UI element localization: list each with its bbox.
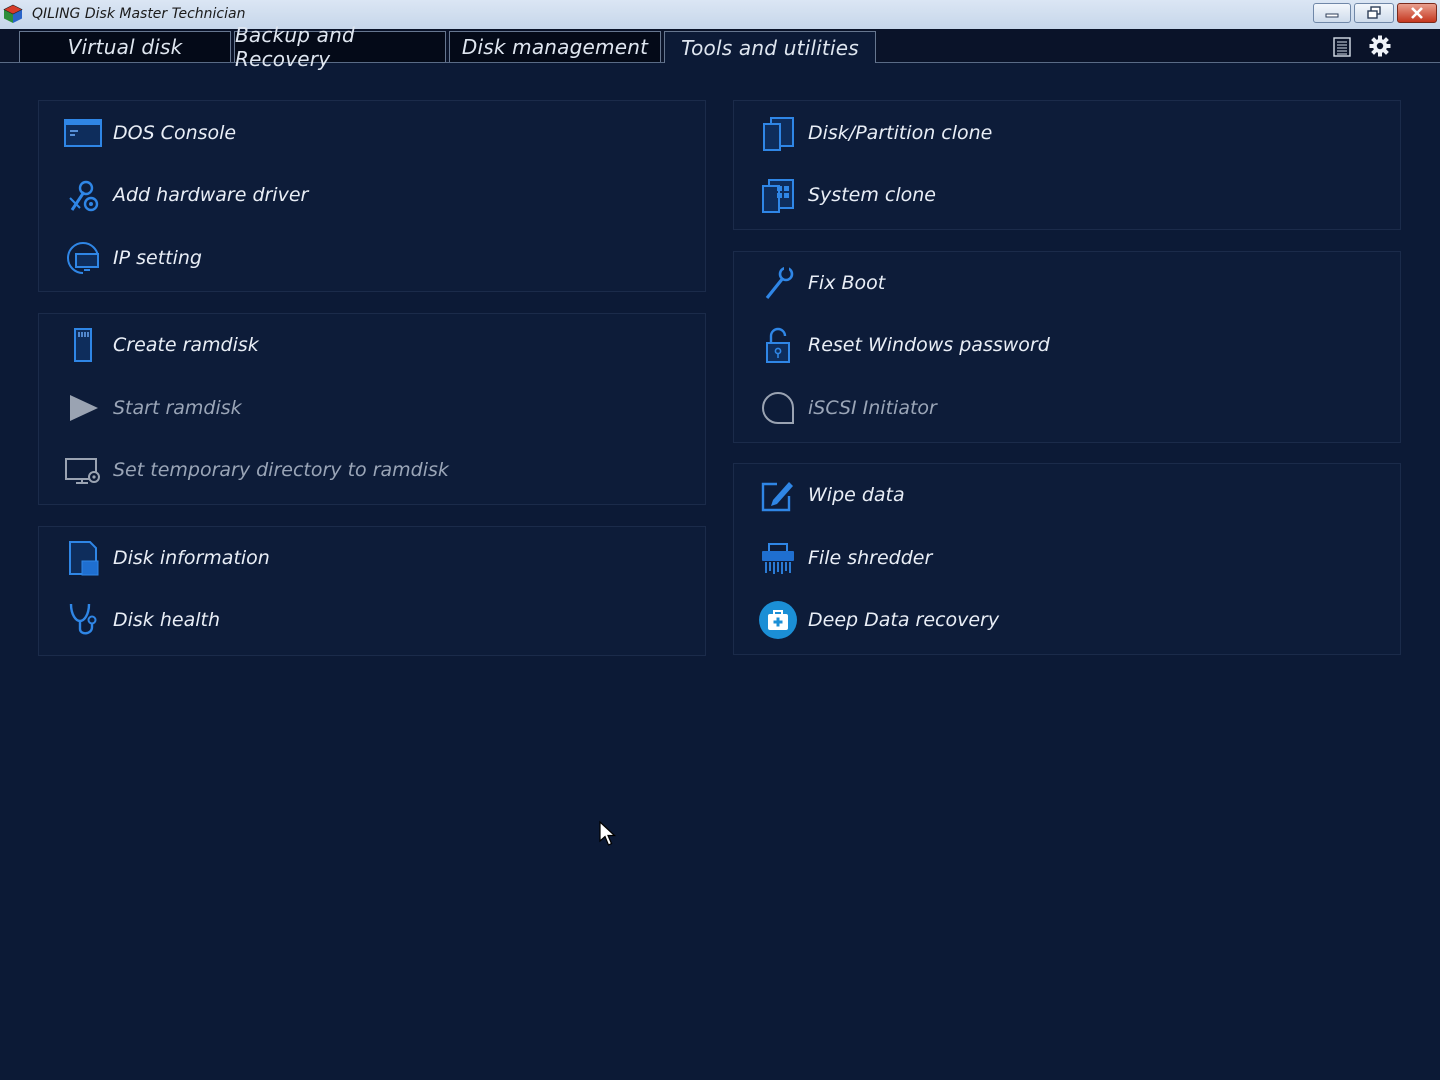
dos-console-item[interactable]: DOS Console: [63, 113, 236, 153]
add-hardware-driver-label: Add hardware driver: [113, 184, 309, 206]
iscsi-circle-icon: [762, 392, 794, 424]
console-window-icon: [64, 119, 102, 147]
tab-backup-and-recovery[interactable]: Backup and Recovery: [234, 23, 446, 71]
system-clone-item[interactable]: System clone: [758, 175, 936, 215]
disk-information-label: Disk information: [113, 547, 270, 569]
tab-tools-and-utilities[interactable]: Tools and utilities: [664, 31, 876, 63]
disk-partition-clone-item[interactable]: Disk/Partition clone: [758, 113, 992, 153]
dos-console-label: DOS Console: [113, 122, 237, 144]
disk-partition-clone-label: Disk/Partition clone: [808, 122, 993, 144]
file-shredder-item[interactable]: File shredder: [758, 538, 932, 578]
close-button[interactable]: [1397, 3, 1437, 23]
add-hardware-driver-item[interactable]: Add hardware driver: [63, 175, 308, 215]
minimize-icon: [1325, 13, 1339, 18]
start-ramdisk-item[interactable]: Start ramdisk: [63, 388, 242, 428]
network-monitor-icon: [67, 242, 99, 274]
tab-bar: Virtual disk Backup and Recovery Disk ma…: [0, 23, 1440, 71]
disk-information-item[interactable]: Disk information: [63, 538, 270, 578]
title-bar: QILING Disk Master Technician: [0, 0, 1440, 30]
tab-virtual-disk[interactable]: Virtual disk: [19, 31, 231, 62]
play-icon: [70, 395, 98, 421]
iscsi-initiator-label: iSCSI Initiator: [808, 397, 937, 419]
ip-setting-label: IP setting: [113, 247, 202, 269]
close-icon: [1411, 7, 1423, 19]
ip-setting-item[interactable]: IP setting: [63, 238, 202, 278]
start-ramdisk-label: Start ramdisk: [113, 397, 242, 419]
disk-health-item[interactable]: Disk health: [63, 600, 220, 640]
fix-boot-label: Fix Boot: [808, 272, 886, 294]
iscsi-initiator-item[interactable]: iSCSI Initiator: [758, 388, 937, 428]
app-logo-icon: [3, 4, 23, 23]
create-ramdisk-label: Create ramdisk: [113, 334, 259, 356]
create-ramdisk-item[interactable]: Create ramdisk: [63, 325, 259, 365]
deep-data-recovery-label: Deep Data recovery: [808, 609, 1000, 631]
restore-icon: [1367, 6, 1381, 19]
memory-card-icon: [74, 328, 92, 362]
monitor-gear-icon: [65, 458, 100, 484]
edit-pen-icon: [761, 482, 793, 512]
restore-button[interactable]: [1354, 3, 1394, 23]
copy-pages-icon: [763, 117, 794, 151]
wrench-gear-icon: [69, 180, 99, 212]
first-aid-icon: [759, 601, 797, 639]
wipe-data-label: Wipe data: [808, 484, 905, 506]
mouse-cursor-icon: [599, 820, 617, 846]
windows-clone-icon: [762, 179, 794, 213]
gear-icon[interactable]: [1368, 34, 1392, 58]
window-title: QILING Disk Master Technician: [32, 6, 246, 22]
disk-info-icon: [69, 541, 99, 576]
stethoscope-icon: [69, 603, 97, 635]
reset-windows-password-item[interactable]: Reset Windows password: [758, 325, 1050, 365]
disk-health-label: Disk health: [113, 609, 220, 631]
wrench-icon: [765, 266, 794, 299]
minimize-button[interactable]: [1313, 3, 1351, 23]
shredder-icon: [762, 543, 794, 574]
log-list-icon[interactable]: [1331, 36, 1353, 58]
reset-windows-password-label: Reset Windows password: [808, 334, 1050, 356]
tab-disk-management[interactable]: Disk management: [449, 31, 661, 62]
file-shredder-label: File shredder: [808, 547, 933, 569]
fix-boot-item[interactable]: Fix Boot: [758, 263, 885, 303]
system-clone-label: System clone: [808, 184, 936, 206]
deep-data-recovery-item[interactable]: Deep Data recovery: [758, 600, 999, 640]
padlock-icon: [766, 327, 790, 363]
set-temp-directory-label: Set temporary directory to ramdisk: [113, 459, 449, 481]
set-temp-directory-item[interactable]: Set temporary directory to ramdisk: [63, 450, 449, 490]
wipe-data-item[interactable]: Wipe data: [758, 475, 905, 515]
